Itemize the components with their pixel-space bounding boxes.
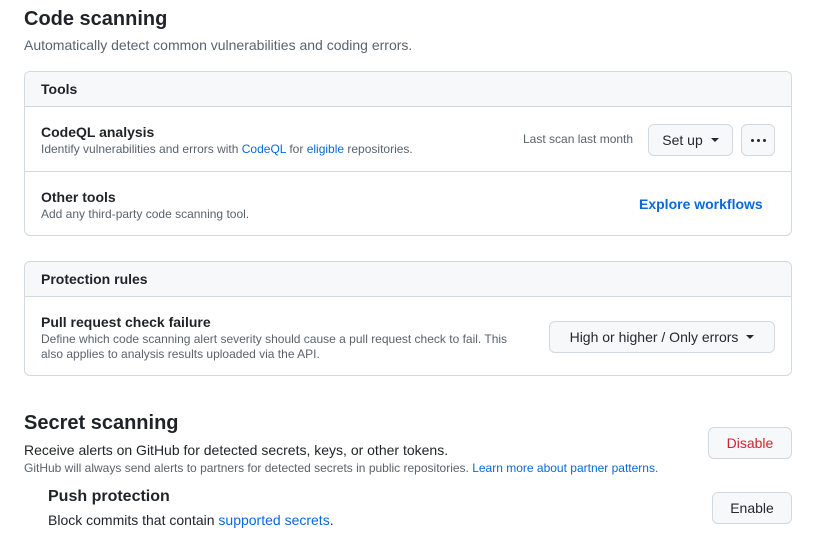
severity-select-value: High or higher / Only errors	[569, 329, 739, 345]
push-protection-title: Push protection	[48, 488, 170, 505]
explore-workflows-link[interactable]: Explore workflows	[639, 196, 763, 212]
supported-secrets-link[interactable]: supported secrets	[218, 512, 329, 528]
codeql-description: Identify vulnerabilities and errors with…	[41, 142, 413, 157]
code-scanning-title: Code scanning	[24, 8, 168, 30]
more-options-button[interactable]	[741, 124, 775, 156]
protection-rules-box: Protection rules Pull request check fail…	[24, 261, 792, 376]
code-scanning-description: Automatically detect common vulnerabilit…	[24, 37, 413, 53]
codeql-desc-text: Identify vulnerabilities and errors with	[41, 142, 242, 156]
kebab-horizontal-icon	[750, 138, 766, 142]
secret-scanning-note-text: GitHub will always send alerts to partne…	[24, 461, 473, 475]
protection-rules-header: Protection rules	[25, 262, 791, 297]
severity-select[interactable]: High or higher / Only errors	[549, 321, 775, 353]
pr-check-description: Define which code scanning alert severit…	[41, 332, 546, 362]
push-protection-desc-text: Block commits that contain	[48, 512, 219, 528]
push-protection-desc-end: .	[329, 512, 334, 528]
partner-patterns-link[interactable]: Learn more about partner patterns	[472, 461, 655, 475]
eligible-link[interactable]: eligible	[307, 142, 344, 156]
codeql-link[interactable]: CodeQL	[242, 142, 286, 156]
codeql-title: CodeQL analysis	[41, 124, 155, 140]
last-scan-text: Last scan last month	[523, 132, 634, 146]
secret-scanning-description: Receive alerts on GitHub for detected se…	[24, 442, 449, 458]
codeql-row: CodeQL analysis Identify vulnerabilities…	[25, 107, 791, 171]
other-tools-row: Other tools Add any third-party code sca…	[25, 171, 791, 235]
tools-box: Tools CodeQL analysis Identify vulnerabi…	[24, 71, 792, 236]
pr-check-title: Pull request check failure	[41, 314, 211, 330]
pr-check-desc-line1: Define which code scanning alert severit…	[41, 332, 508, 346]
tools-header: Tools	[25, 72, 791, 107]
codeql-desc-text-end: repositories.	[344, 142, 413, 156]
enable-button[interactable]: Enable	[712, 492, 792, 524]
secret-scanning-note-end: .	[654, 461, 659, 475]
pr-check-row: Pull request check failure Define which …	[25, 297, 791, 375]
other-tools-title: Other tools	[41, 189, 116, 205]
triangle-down-icon	[746, 335, 755, 339]
push-protection-description: Block commits that contain supported sec…	[48, 512, 334, 528]
pr-check-desc-line2: also applies to analysis results uploade…	[41, 347, 320, 361]
disable-button[interactable]: Disable	[708, 427, 792, 459]
setup-label: Set up	[662, 132, 703, 148]
setup-button[interactable]: Set up	[648, 124, 733, 156]
secret-scanning-note: GitHub will always send alerts to partne…	[24, 461, 658, 475]
codeql-desc-text-mid: for	[286, 142, 307, 156]
secret-scanning-title: Secret scanning	[24, 412, 179, 434]
other-tools-description: Add any third-party code scanning tool.	[41, 207, 250, 221]
triangle-down-icon	[710, 138, 719, 142]
